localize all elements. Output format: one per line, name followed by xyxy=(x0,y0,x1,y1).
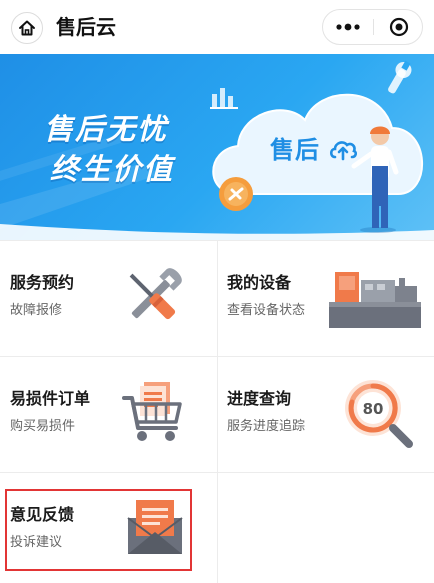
gear-sticker xyxy=(219,177,253,211)
menu-item-subtitle: 服务进度追踪 xyxy=(227,419,306,434)
chart-sticker xyxy=(210,88,238,109)
banner-slogan-line2: 终生价值 xyxy=(50,152,175,186)
menu-item-subtitle: 查看设备状态 xyxy=(227,303,306,318)
menu-item-title: 进度查询 xyxy=(227,389,292,408)
menu-item-progress-query[interactable]: 进度查询 服务进度追踪 80 xyxy=(217,356,434,472)
menu-item-title: 易损件订单 xyxy=(10,389,91,408)
menu-item-parts-order[interactable]: 易损件订单 购买易损件 xyxy=(0,356,217,472)
cloud-brand-text: 售后 xyxy=(270,130,358,165)
menu-item-subtitle: 故障报修 xyxy=(10,303,63,318)
promo-banner[interactable]: 售后无忧 终生价值 售后 xyxy=(0,54,434,240)
wrench-sticker xyxy=(388,60,412,94)
close-mini-program-button[interactable] xyxy=(374,10,423,44)
page-title: 售后云 xyxy=(56,15,116,39)
machine-icon xyxy=(329,272,421,328)
more-dots-icon xyxy=(336,23,360,31)
cloud-upload-icon xyxy=(330,141,358,161)
more-button[interactable] xyxy=(323,10,373,44)
selection-highlight xyxy=(5,489,192,571)
menu-item-service-booking[interactable]: 服务预约 故障报修 xyxy=(0,240,217,356)
menu-item-my-devices[interactable]: 我的设备 查看设备状态 xyxy=(217,240,434,356)
cart-icon xyxy=(122,382,182,441)
mini-program-capsule xyxy=(322,9,423,45)
menu-item-subtitle: 购买易损件 xyxy=(10,419,76,434)
menu-item-title: 我的设备 xyxy=(227,273,292,292)
home-button[interactable] xyxy=(11,12,43,44)
home-icon xyxy=(19,20,35,36)
menu-item-title: 服务预约 xyxy=(10,273,75,292)
cloud-brand-label: 售后 xyxy=(270,136,320,164)
tools-icon xyxy=(129,268,182,320)
target-close-icon xyxy=(389,17,408,37)
top-nav-bar: 售后云 xyxy=(0,0,434,54)
progress-value: 80 xyxy=(363,400,384,418)
banner-slogan-line1: 售后无忧 xyxy=(44,112,169,146)
progress-magnifier-icon: 80 xyxy=(345,380,413,448)
